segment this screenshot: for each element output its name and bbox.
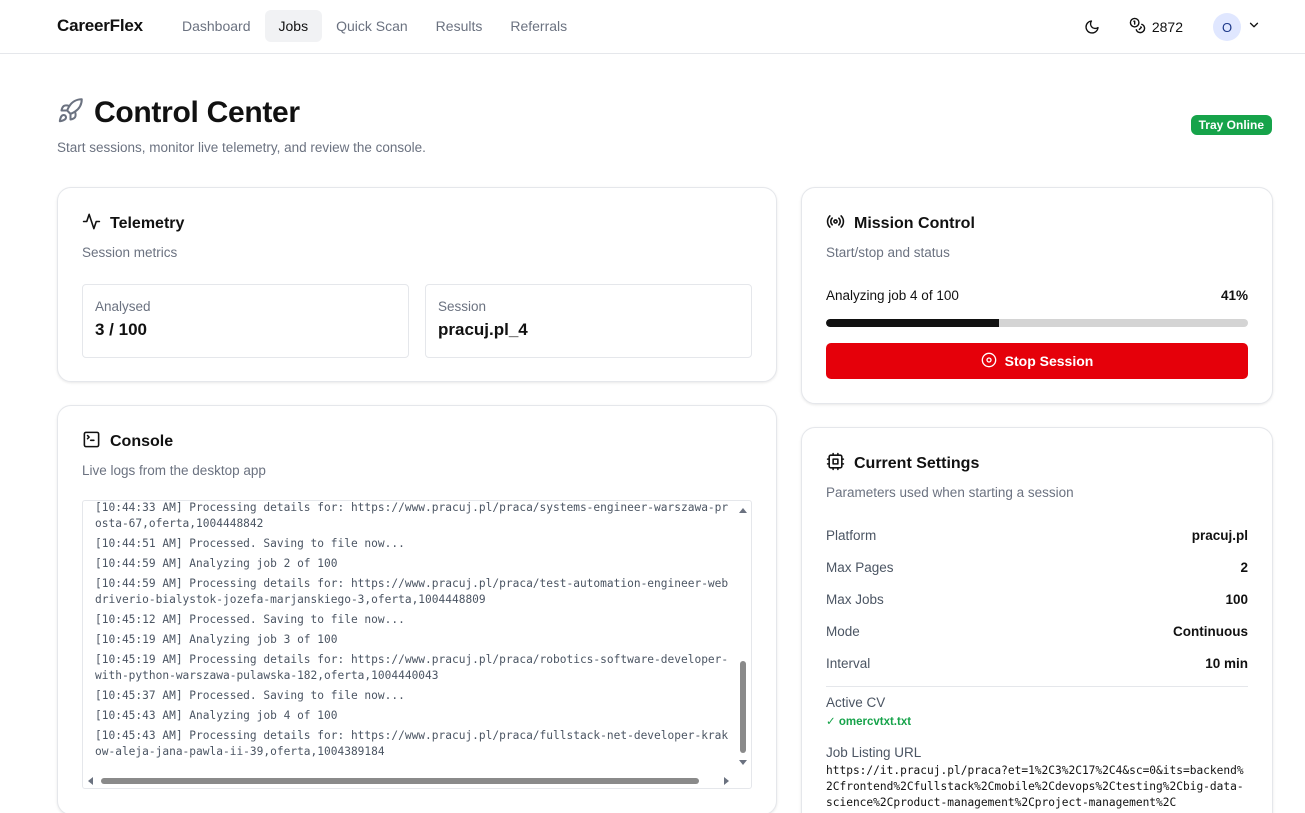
avatar: O <box>1213 13 1241 41</box>
active-cv-label: Active CV <box>826 695 886 710</box>
setting-mode: Mode Continuous <box>826 616 1248 648</box>
progress-status: Analyzing job 4 of 100 <box>826 288 959 303</box>
horizontal-scroll-thumb[interactable] <box>101 778 699 784</box>
terminal-icon <box>82 430 101 454</box>
setting-value: pracuj.pl <box>1191 528 1248 543</box>
coins-icon <box>1129 17 1146 37</box>
mission-title: Mission Control <box>854 215 975 232</box>
job-listing-url-label: Job Listing URL <box>826 745 922 760</box>
credits-value: 2872 <box>1151 19 1183 35</box>
cpu-chip-icon <box>826 452 845 476</box>
progress-bar <box>826 319 1248 327</box>
console-log-line: [10:44:51 AM] Processed. Saving to file … <box>95 537 405 550</box>
nav-dashboard[interactable]: Dashboard <box>168 10 265 42</box>
metric-value: pracuj.pl_4 <box>438 320 528 339</box>
setting-interval: Interval 10 min <box>826 648 1248 680</box>
vertical-scroll-thumb[interactable] <box>740 661 746 753</box>
setting-key: Platform <box>826 528 877 543</box>
mission-control-card: Mission Control Start/stop and status An… <box>801 187 1273 404</box>
main-nav: Dashboard Jobs Quick Scan Results Referr… <box>168 10 581 42</box>
telemetry-subtitle: Session metrics <box>82 245 178 260</box>
setting-key: Interval <box>826 656 871 671</box>
page-header: Control Center Start sessions, monitor l… <box>57 96 426 155</box>
vertical-scrollbar[interactable] <box>737 501 749 773</box>
telemetry-title: Telemetry <box>110 215 185 232</box>
job-listing-url-value: https://it.pracuj.pl/praca?et=1%2C3%2C17… <box>826 764 1244 809</box>
activity-icon <box>82 212 101 236</box>
setting-value: 100 <box>1225 592 1248 607</box>
metric-session: Session pracuj.pl_4 <box>425 284 752 358</box>
setting-key: Mode <box>826 624 860 639</box>
stop-session-label: Stop Session <box>1004 353 1094 369</box>
scroll-right-icon <box>724 777 729 785</box>
console-card: Console Live logs from the desktop app [… <box>57 405 777 813</box>
status-badge: Tray Online <box>1190 115 1272 135</box>
metric-value: 3 / 100 <box>95 320 147 339</box>
brand-logo[interactable]: CareerFlex <box>57 16 143 36</box>
radio-signal-icon <box>826 212 845 236</box>
console-subtitle: Live logs from the desktop app <box>82 463 266 478</box>
settings-title: Current Settings <box>854 455 980 472</box>
page-subtitle: Start sessions, monitor live telemetry, … <box>57 140 426 155</box>
console-log-line: [10:45:19 AM] Processing details for: ht… <box>95 653 729 682</box>
current-settings-card: Current Settings Parameters used when st… <box>801 427 1273 813</box>
user-menu[interactable]: O <box>1213 13 1261 41</box>
setting-key: Max Pages <box>826 560 894 575</box>
chevron-down-icon <box>1247 18 1261 37</box>
metric-analysed: Analysed 3 / 100 <box>82 284 409 358</box>
scroll-down-icon <box>739 760 747 765</box>
nav-results[interactable]: Results <box>422 10 497 42</box>
settings-subtitle: Parameters used when starting a session <box>826 485 1074 500</box>
console-log-line: [10:45:43 AM] Analyzing job 4 of 100 <box>95 709 338 722</box>
setting-max-jobs: Max Jobs 100 <box>826 584 1248 616</box>
console-title: Console <box>110 433 174 450</box>
console-log-line: [10:45:37 AM] Processed. Saving to file … <box>95 689 405 702</box>
console-log-line: [10:44:59 AM] Processing details for: ht… <box>95 577 729 606</box>
console-log-line: [10:45:19 AM] Analyzing job 3 of 100 <box>95 633 338 646</box>
nav-referrals[interactable]: Referrals <box>496 10 581 42</box>
scroll-up-icon <box>739 508 747 513</box>
nav-jobs[interactable]: Jobs <box>264 10 323 42</box>
stop-circle-icon <box>981 352 997 371</box>
telemetry-card: Telemetry Session metrics Analysed 3 / 1… <box>57 187 777 382</box>
nav-quick-scan[interactable]: Quick Scan <box>322 10 422 42</box>
setting-value: Continuous <box>1173 624 1248 639</box>
rocket-icon <box>57 97 84 129</box>
horizontal-scrollbar[interactable] <box>83 774 739 788</box>
progress-percent: 41% <box>1220 288 1248 303</box>
page-title: Control Center <box>94 96 300 129</box>
active-cv-value: ✓ omercvtxt.txt <box>826 716 912 728</box>
nav-right: 2872 O <box>1077 12 1261 42</box>
console-log-lines: [10:44:33 AM] Processing details for: ht… <box>95 501 731 764</box>
stop-session-button[interactable]: Stop Session <box>826 343 1248 379</box>
setting-max-pages: Max Pages 2 <box>826 552 1248 584</box>
mission-subtitle: Start/stop and status <box>826 245 950 260</box>
setting-value: 10 min <box>1205 656 1248 671</box>
console-log-line: [10:45:43 AM] Processing details for: ht… <box>95 729 729 758</box>
metric-label: Session <box>438 299 487 314</box>
console-log-line: [10:44:59 AM] Analyzing job 2 of 100 <box>95 557 338 570</box>
console-log[interactable]: [10:44:33 AM] Processing details for: ht… <box>82 500 752 789</box>
progress-fill <box>826 319 1000 327</box>
theme-toggle-moon-icon[interactable] <box>1077 12 1107 42</box>
console-log-line: [10:44:33 AM] Processing details for: ht… <box>95 501 729 530</box>
setting-platform: Platform pracuj.pl <box>826 520 1248 552</box>
credits-counter[interactable]: 2872 <box>1129 17 1183 37</box>
settings-list: Platform pracuj.pl Max Pages 2 Max Jobs … <box>826 520 1248 680</box>
metric-label: Analysed <box>95 299 151 314</box>
console-log-line: [10:45:12 AM] Processed. Saving to file … <box>95 613 405 626</box>
setting-value: 2 <box>1240 560 1248 575</box>
setting-key: Max Jobs <box>826 592 884 607</box>
divider <box>826 686 1248 687</box>
scroll-left-icon <box>88 777 93 785</box>
top-navbar: CareerFlex Dashboard Jobs Quick Scan Res… <box>0 0 1305 54</box>
